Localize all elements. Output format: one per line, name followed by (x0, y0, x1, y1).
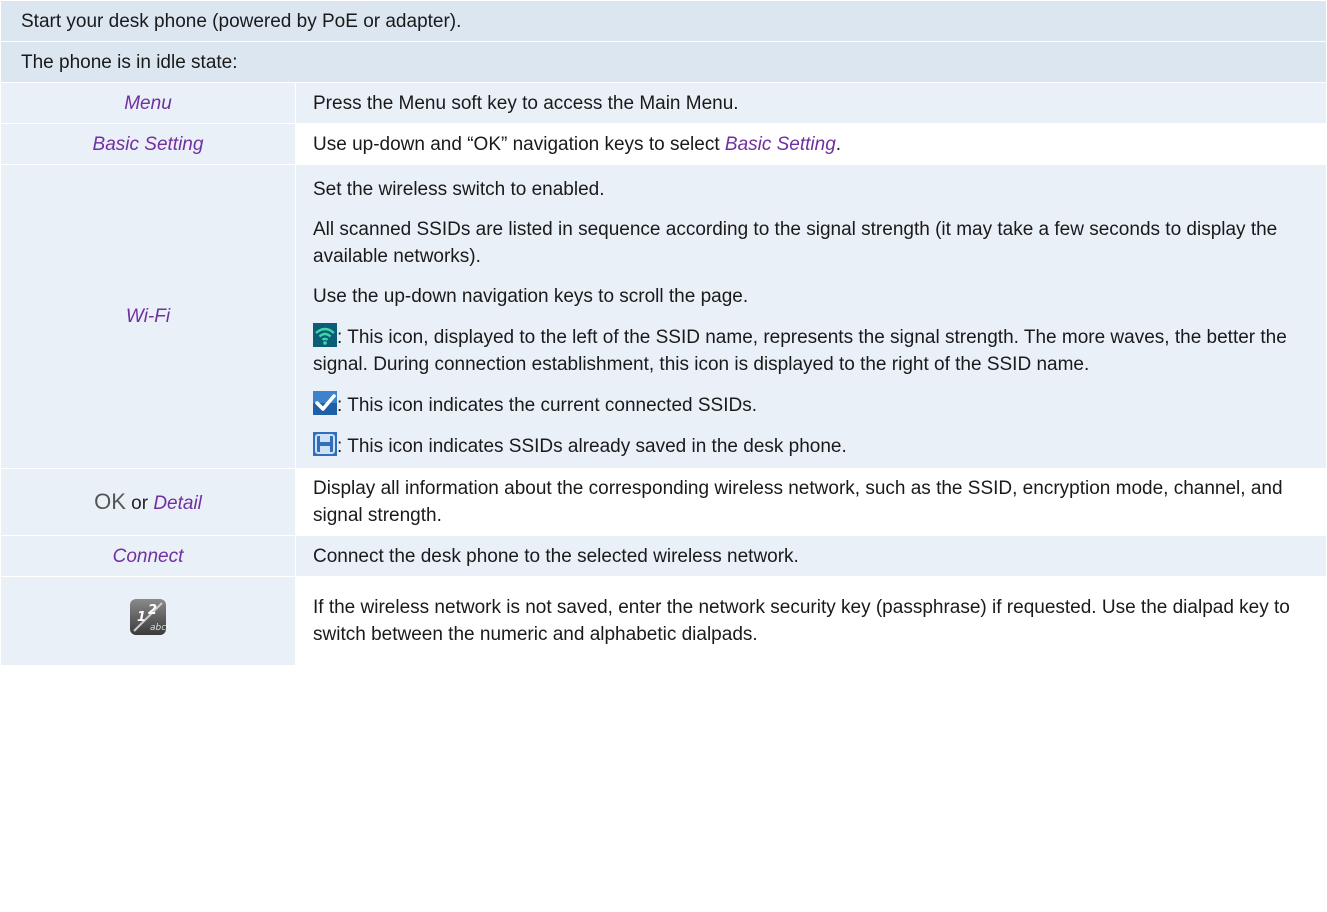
wifi-signal-text: : This icon, displayed to the left of th… (313, 327, 1287, 375)
table-row: Connect Connect the desk phone to the se… (0, 535, 1327, 577)
svg-text:2: 2 (148, 603, 157, 618)
instructions-table: Start your desk phone (powered by PoE or… (0, 0, 1327, 666)
table-row: Menu Press the Menu soft key to access t… (0, 82, 1327, 124)
detail-softkey-label: Detail (153, 492, 202, 514)
table-row: 1 2 abc If the wireless network is not sav… (0, 576, 1327, 666)
basic-setting-label: Basic Setting (0, 123, 296, 165)
connect-label: Connect (0, 535, 296, 577)
wifi-signal-icon (313, 323, 337, 347)
wifi-connected-text: : This icon indicates the current connec… (337, 395, 757, 416)
basic-setting-instruction: Use up-down and “OK” navigation keys to … (295, 123, 1327, 165)
basic-setting-text: Use up-down and “OK” navigation keys to … (313, 133, 725, 155)
basic-setting-period: . (835, 133, 842, 155)
or-text: or (125, 492, 154, 514)
svg-text:1: 1 (137, 610, 146, 625)
menu-instruction: Press the Menu soft key to access the Ma… (295, 82, 1327, 124)
wifi-saved-desc: : This icon indicates SSIDs already save… (313, 432, 1310, 460)
dialpad-icon-cell: 1 2 abc (0, 576, 296, 666)
wifi-signal-desc: : This icon, displayed to the left of th… (313, 323, 1310, 378)
saved-disk-icon (313, 432, 337, 456)
svg-text:abc: abc (150, 623, 166, 633)
table-row: Basic Setting Use up-down and “OK” navig… (0, 123, 1327, 165)
wifi-connected-desc: : This icon indicates the current connec… (313, 391, 1310, 419)
wifi-instructions: Set the wireless switch to enabled. All … (295, 164, 1327, 469)
wifi-scroll-text: Use the up-down navigation keys to scrol… (313, 286, 749, 307)
menu-softkey-label: Menu (0, 82, 296, 124)
table-row: Wi-Fi Set the wireless switch to enabled… (0, 164, 1327, 469)
wifi-enable-text: Set the wireless switch to enabled. (313, 179, 605, 200)
basic-setting-ref: Basic Setting (724, 133, 836, 155)
header-idle-state: The phone is in idle state: (0, 41, 1327, 83)
header-start-phone: Start your desk phone (powered by PoE or… (0, 0, 1327, 42)
ok-key-label: OK (94, 488, 126, 514)
dialpad-instruction: If the wireless network is not saved, en… (295, 576, 1327, 666)
header-row: The phone is in idle state: (0, 41, 1327, 83)
dialpad-switch-icon: 1 2 abc (128, 597, 168, 637)
table-row: OK or Detail Display all information abo… (0, 468, 1327, 536)
checkmark-icon (313, 391, 337, 415)
wifi-scan-text: All scanned SSIDs are listed in sequence… (313, 219, 1278, 267)
wifi-label: Wi-Fi (0, 164, 296, 469)
connect-instruction: Connect the desk phone to the selected w… (295, 535, 1327, 577)
header-row: Start your desk phone (powered by PoE or… (0, 0, 1327, 42)
detail-instruction: Display all information about the corres… (295, 468, 1327, 536)
wifi-saved-text: : This icon indicates SSIDs already save… (337, 436, 847, 457)
detail-label: OK or Detail (0, 468, 296, 536)
